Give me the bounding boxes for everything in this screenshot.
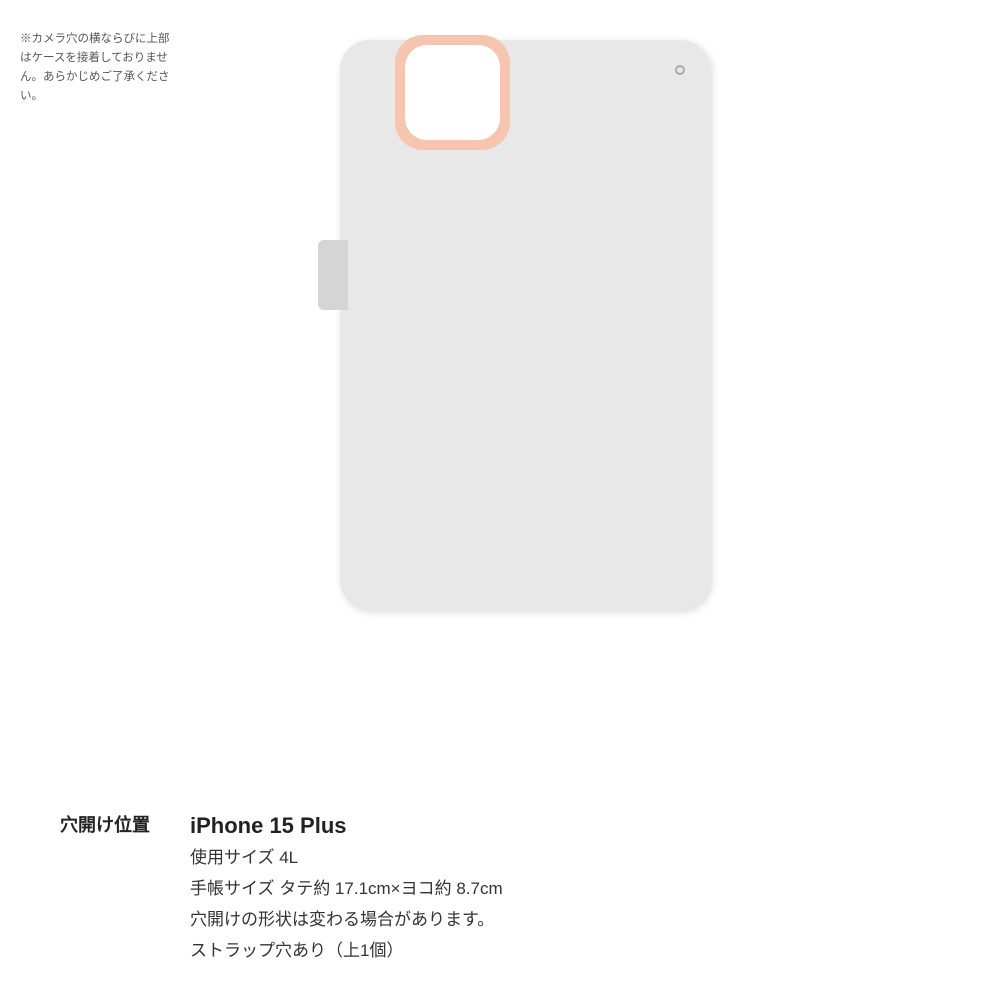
info-main-row: 穴開け位置 iPhone 15 Plus 使用サイズ 4L 手帳サイズ タテ約 … xyxy=(60,805,940,970)
phone-case-section: ※カメラ穴の横ならびに上部はケースを接着しておりません。あらかじめご了承ください… xyxy=(0,0,1000,785)
camera-inner xyxy=(405,45,500,140)
info-content-block: iPhone 15 Plus 使用サイズ 4L 手帳サイズ タテ約 17.1cm… xyxy=(190,809,503,966)
side-strap-tab xyxy=(318,240,348,310)
shape-note: 穴開けの形状は変わる場合があります。 xyxy=(190,906,503,935)
strap-note: ストラップ穴あり（上1個） xyxy=(190,937,503,966)
phone-case-body xyxy=(340,40,710,610)
device-name: iPhone 15 Plus xyxy=(190,809,503,842)
page-container: ※カメラ穴の横ならびに上部はケースを接着しておりません。あらかじめご了承ください… xyxy=(0,0,1000,1000)
camera-note-text: ※カメラ穴の横ならびに上部はケースを接着しておりません。あらかじめご了承ください… xyxy=(20,30,180,106)
strap-hole-indicator xyxy=(675,65,685,75)
info-section: 穴開け位置 iPhone 15 Plus 使用サイズ 4L 手帳サイズ タテ約 … xyxy=(0,785,1000,1000)
case-wrapper xyxy=(290,40,710,620)
size-label: 使用サイズ 4L xyxy=(190,844,503,873)
hole-position-label: 穴開け位置 xyxy=(60,809,190,837)
camera-cutout xyxy=(395,35,510,150)
dimensions-label: 手帳サイズ タテ約 17.1cm×ヨコ約 8.7cm xyxy=(190,875,503,904)
